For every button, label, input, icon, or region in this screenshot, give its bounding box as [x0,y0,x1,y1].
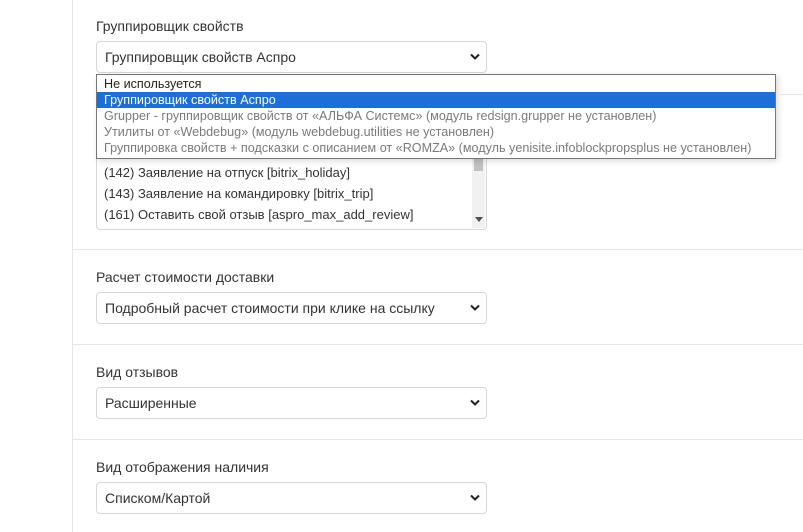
chevron-down-icon [470,494,480,501]
grouper-options-dropdown: Не используется Группировщик свойств Асп… [96,74,776,159]
option-grupper: Grupper - группировщик свойств от «АЛЬФА… [104,109,657,123]
section-delivery: Расчет стоимости доставки Подробный расч… [73,250,803,345]
option-aspro-grouper[interactable]: Группировщик свойств Аспро [97,92,775,108]
chevron-down-icon [470,304,480,311]
chevron-down-icon [470,399,480,406]
reviews-select[interactable]: Расширенные [96,387,487,419]
grouper-label: Группировщик свойств [96,18,244,34]
scroll-down-arrow-icon[interactable] [475,217,483,222]
section-availability: Вид отображения наличия Списком/Картой [73,440,803,532]
reviews-label: Вид отзывов [96,364,179,380]
grouper-select[interactable]: Группировщик свойств Аспро [96,41,487,73]
availability-select[interactable]: Списком/Картой [96,482,487,514]
delivery-select-value: Подробный расчет стоимости при клике на … [105,300,435,316]
delivery-select[interactable]: Подробный расчет стоимости при клике на … [96,292,487,324]
left-gutter [0,0,73,532]
list-item[interactable]: (142) Заявление на отпуск [bitrix_holida… [104,165,350,180]
chevron-down-icon [470,53,480,60]
list-item[interactable]: (161) Оставить свой отзыв [aspro_max_add… [104,207,413,222]
option-romza: Группировка свойств + подсказки с описан… [104,141,752,155]
option-not-used[interactable]: Не используется [97,76,775,92]
section-reviews: Вид отзывов Расширенные [73,345,803,440]
grouper-select-value: Группировщик свойств Аспро [105,49,296,65]
availability-select-value: Списком/Картой [105,490,211,506]
settings-page: Группировщик свойств Группировщик свойст… [0,0,803,532]
list-item[interactable]: (143) Заявление на командировку [bitrix_… [104,186,373,201]
section-divider [780,94,803,95]
reviews-select-value: Расширенные [105,395,197,411]
delivery-label: Расчет стоимости доставки [96,269,275,285]
availability-label: Вид отображения наличия [96,459,269,475]
option-webdebug: Утилиты от «Webdebug» (модуль webdebug.u… [104,125,495,139]
